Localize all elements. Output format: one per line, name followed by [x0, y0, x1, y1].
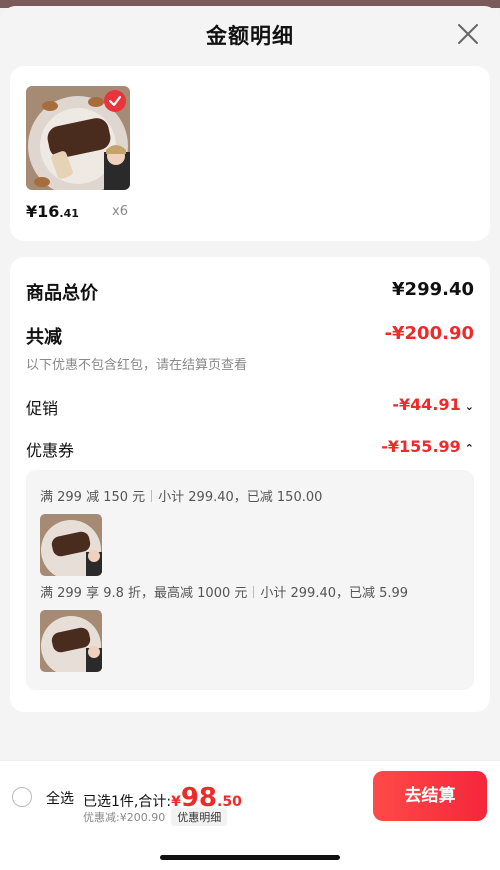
product-price: ¥16.41 — [26, 202, 79, 221]
coupon-value: -¥155.99 — [381, 437, 461, 456]
coupon-product-thumb — [40, 610, 102, 672]
sheet-header: 金额明细 — [0, 6, 500, 62]
close-icon[interactable] — [456, 22, 480, 46]
checkout-button[interactable]: 去结算 — [373, 771, 487, 821]
coupon-line-1: 满 299 减 150 元小计 299.40，已减 150.00 — [40, 486, 322, 505]
amount-detail-sheet: 金额明细 ¥16.41 x6 商品总价 ¥299.40 共减 -¥200.90 … — [0, 6, 500, 870]
checkout-bar: 全选 已选1件,合计:¥98.50 优惠减:¥200.90 优惠明细 去结算 — [0, 760, 500, 830]
goods-total-row: 商品总价 ¥299.40 — [26, 279, 474, 305]
promo-value-wrap: -¥44.91 ⌄ — [392, 395, 474, 414]
sheet-title: 金额明细 — [206, 24, 294, 48]
product-quantity: x6 — [112, 204, 128, 219]
coupon-product-thumb — [40, 514, 102, 576]
goods-total-value: ¥299.40 — [392, 279, 474, 300]
select-all-radio[interactable] — [12, 787, 32, 807]
promo-label: 促销 — [26, 399, 59, 418]
coupon-rule: 满 299 享 9.8 折，最高减 1000 元 — [40, 586, 248, 601]
discount-text: 优惠减:¥200.90 — [83, 811, 166, 824]
divider — [151, 490, 153, 502]
coupon-detail: 小计 299.40，已减 5.99 — [260, 586, 409, 601]
home-indicator[interactable] — [160, 855, 340, 860]
coupon-line-2: 满 299 享 9.8 折，最高减 1000 元小计 299.40，已减 5.9… — [40, 582, 408, 601]
chevron-down-icon[interactable]: ⌄ — [465, 400, 474, 413]
coupon-detail-box: 满 299 减 150 元小计 299.40，已减 150.00 满 299 享… — [26, 470, 474, 690]
select-all-label[interactable]: 全选 — [46, 788, 74, 808]
bottom-safe-area — [0, 830, 500, 870]
price-breakdown-card: 商品总价 ¥299.40 共减 -¥200.90 以下优惠不包含红包，请在结算页… — [10, 257, 490, 712]
coupon-row[interactable]: 优惠券 -¥155.99 ⌃ — [26, 437, 474, 463]
divider — [253, 586, 255, 598]
total-reduce-value: -¥200.90 — [384, 323, 474, 344]
total-reduce-label: 共减 — [26, 327, 62, 348]
promo-value: -¥44.91 — [392, 395, 461, 414]
selected-check-icon — [104, 90, 126, 112]
goods-total-label: 商品总价 — [26, 283, 98, 304]
coupon-value-wrap: -¥155.99 ⌃ — [381, 437, 474, 456]
chevron-up-icon[interactable]: ⌃ — [465, 442, 474, 455]
product-card: ¥16.41 x6 — [10, 66, 490, 241]
product-image[interactable] — [26, 86, 130, 190]
reduce-note: 以下优惠不包含红包，请在结算页查看 — [26, 358, 248, 373]
coupon-label: 优惠券 — [26, 441, 75, 460]
product-price-dec: .41 — [59, 207, 79, 220]
product-price-int: ¥16 — [26, 202, 60, 221]
discount-summary: 优惠减:¥200.90 优惠明细 — [83, 808, 228, 826]
discount-detail-button[interactable]: 优惠明细 — [171, 808, 228, 826]
total-reduce-row: 共减 -¥200.90 — [26, 323, 474, 349]
coupon-detail: 小计 299.40，已减 150.00 — [158, 490, 323, 505]
promo-row[interactable]: 促销 -¥44.91 ⌄ — [26, 395, 474, 421]
coupon-rule: 满 299 减 150 元 — [40, 490, 146, 505]
